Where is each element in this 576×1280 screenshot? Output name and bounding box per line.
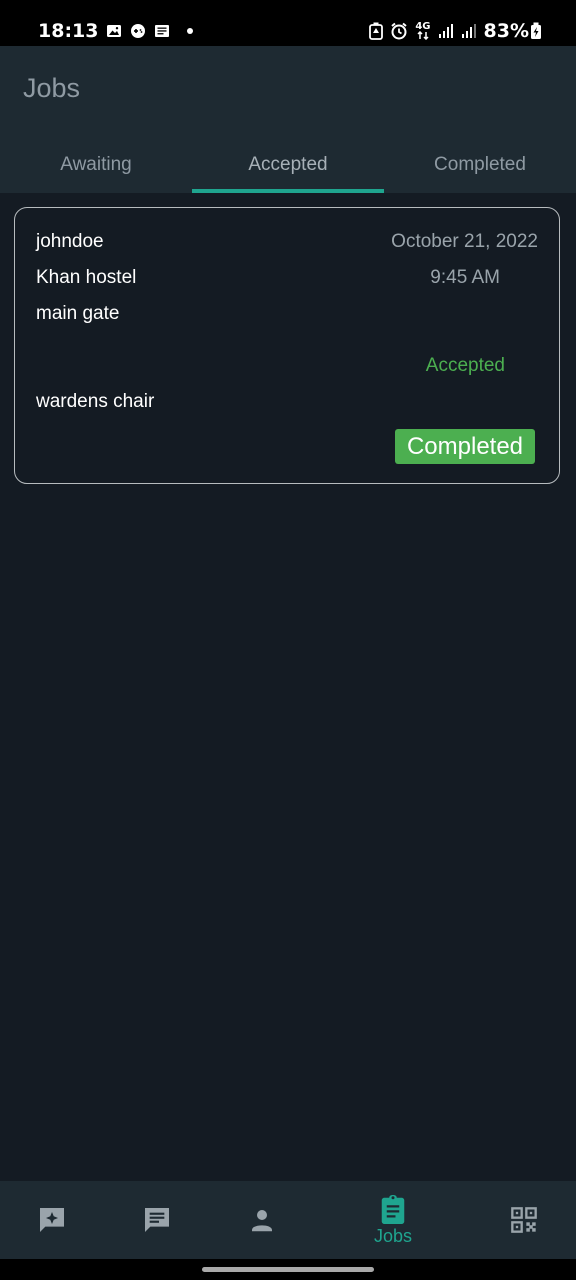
battery-saver-icon <box>369 22 384 40</box>
tab-label: Awaiting <box>60 153 132 175</box>
tab-label: Accepted <box>248 153 328 175</box>
notification-dot-icon <box>187 28 194 34</box>
nav-messages[interactable] <box>117 1181 197 1259</box>
status-bar: 18:13 4G 83% <box>0 0 576 46</box>
image-icon <box>107 25 122 37</box>
job-username: johndoe <box>36 231 104 252</box>
chat-sparkle-icon <box>40 1208 64 1232</box>
nav-qr[interactable] <box>484 1181 564 1259</box>
job-status: Accepted <box>425 355 505 376</box>
signal-icon <box>438 24 453 38</box>
alarm-icon <box>391 22 407 40</box>
person-icon <box>252 1210 272 1232</box>
job-card[interactable]: johndoe October 21, 2022 Khan hostel 9:4… <box>14 207 560 484</box>
battery-percent: 83% <box>483 20 529 42</box>
data-transfer-icon <box>417 31 429 40</box>
tab-label: Completed <box>434 153 526 175</box>
nav-chat-sparkle[interactable] <box>12 1181 92 1259</box>
tab-awaiting[interactable]: Awaiting <box>0 136 192 193</box>
clipboard-icon <box>381 1194 405 1224</box>
battery-charging-icon <box>531 22 541 39</box>
status-right: 4G 83% <box>369 20 542 42</box>
active-tab-indicator <box>192 189 384 193</box>
job-item: wardens chair <box>36 391 155 412</box>
page-title: Jobs <box>23 73 81 103</box>
status-left: 18:13 <box>38 20 194 42</box>
network-type: 4G <box>415 22 431 40</box>
home-gesture-bar[interactable] <box>202 1267 374 1272</box>
message-icon <box>145 1208 169 1232</box>
gesture-area <box>0 1259 576 1280</box>
tab-bar: Awaiting Accepted Completed <box>0 136 576 193</box>
qr-code-icon <box>511 1207 537 1233</box>
nav-jobs[interactable]: Jobs <box>353 1181 433 1259</box>
news-icon <box>155 25 170 37</box>
bottom-nav: Jobs <box>0 1181 576 1259</box>
job-time: 9:45 AM <box>430 267 500 288</box>
mark-completed-button[interactable]: Completed <box>395 429 535 464</box>
job-hostel: Khan hostel <box>36 267 137 288</box>
status-time: 18:13 <box>38 20 99 42</box>
job-location: main gate <box>36 303 120 324</box>
tab-completed[interactable]: Completed <box>384 136 576 193</box>
job-date: October 21, 2022 <box>391 231 538 252</box>
tab-accepted[interactable]: Accepted <box>192 136 384 193</box>
gamepad-icon <box>131 24 146 38</box>
app-bar: Jobs Awaiting Accepted Completed <box>0 46 576 193</box>
signal-secondary-icon <box>461 24 476 38</box>
nav-profile[interactable] <box>222 1181 302 1259</box>
nav-jobs-label: Jobs <box>373 1225 413 1246</box>
